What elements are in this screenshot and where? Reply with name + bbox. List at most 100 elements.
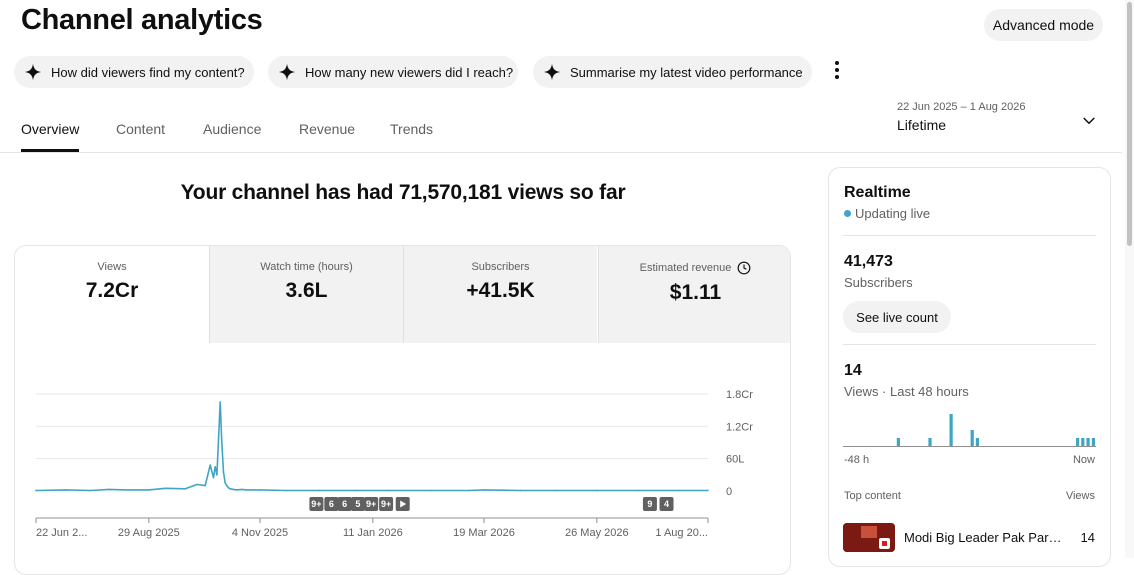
sparkle-icon [278, 63, 296, 81]
tab-audience[interactable]: Audience [203, 121, 261, 137]
data-point [164, 487, 167, 490]
data-point [596, 489, 598, 492]
x-tick-label: 29 Aug 2025 [118, 527, 180, 539]
video-marker-label: 5 [355, 499, 360, 509]
data-point [227, 486, 230, 489]
suggestion-label: How many new viewers did I reach? [305, 64, 514, 80]
top-content-views-header: Views [1065, 490, 1095, 502]
suggestion-chip-new-viewers[interactable]: How many new viewers did I reach? [268, 56, 518, 88]
data-point [217, 439, 220, 441]
data-point [554, 489, 557, 492]
data-point [483, 489, 485, 491]
suggestion-label: Summarise my latest video performance [570, 64, 803, 80]
divider [843, 235, 1096, 236]
top-content-views: 14 [1080, 530, 1095, 545]
x-tick-label: 26 May 2026 [565, 527, 629, 539]
suggestion-chip-traffic-sources[interactable]: How did viewers find my content? [14, 56, 254, 88]
realtime-views-label: Views · Last 48 hours [844, 384, 969, 399]
top-content-title[interactable]: Modi Big Leader Pak Parli... [904, 530, 1064, 545]
data-point [240, 488, 243, 491]
data-point [707, 489, 709, 492]
realtime-card: Realtime Updating live 41,473 Subscriber… [828, 167, 1111, 567]
realtime-subscribers-value: 41,473 [844, 253, 893, 270]
tab-revenue[interactable]: Revenue [299, 121, 355, 137]
data-point [226, 484, 228, 487]
chevron-down-icon[interactable] [1080, 112, 1098, 130]
tab-overview[interactable]: Overview [21, 121, 79, 137]
data-point [196, 483, 198, 486]
more-options-icon[interactable] [826, 58, 848, 82]
metrics-chart-card: Views 7.2Cr Watch time (hours) 3.6L Subs… [14, 245, 791, 575]
x-tick-label: 1 Aug 20... [655, 527, 708, 539]
hourly-views-bar [896, 438, 900, 446]
data-point [355, 489, 358, 492]
hourly-views-bar [1086, 438, 1090, 446]
sparkle-icon [24, 63, 42, 81]
video-marker-label: 9+ [366, 499, 376, 509]
realtime-views-value: 14 [844, 362, 862, 379]
top-content-label: Top content [844, 490, 901, 502]
data-point [216, 474, 218, 476]
video-marker-label: 6 [342, 499, 347, 509]
data-point [678, 489, 681, 492]
data-point [318, 489, 321, 492]
data-point [235, 489, 238, 491]
data-point [204, 484, 207, 487]
data-point [259, 489, 261, 491]
data-point [35, 489, 37, 492]
data-point [519, 489, 522, 492]
data-point [245, 489, 248, 491]
tab-content[interactable]: Content [116, 121, 165, 137]
video-marker-label: 9 [647, 499, 652, 509]
x-tick-label: 19 Mar 2026 [453, 527, 515, 539]
suggestion-chip-latest-video[interactable]: Summarise my latest video performance [533, 56, 812, 88]
realtime-subscribers-label: Subscribers [844, 275, 913, 290]
video-thumbnail[interactable] [843, 523, 895, 552]
realtime-status-text: Updating live [855, 206, 931, 221]
tab-trends[interactable]: Trends [390, 121, 433, 137]
x-tick-label: 4 Nov 2025 [232, 527, 288, 539]
sparkle-icon [543, 63, 561, 81]
hourly-views-bar [1076, 438, 1080, 446]
realtime-views-bar-chart [843, 414, 1096, 447]
x-tick-label: 22 Jun 2... [36, 527, 87, 539]
lifetime-views-headline: Your channel has had 71,570,181 views so… [180, 181, 626, 204]
data-point [214, 465, 216, 468]
suggestion-label: How did viewers find my content? [51, 64, 245, 80]
views-line-chart: 1.8Cr 1.2Cr 60L 0 22 Jun 2... 29 Aug 2025 4 No… [35, 389, 753, 539]
data-point [89, 489, 92, 492]
data-point [637, 489, 640, 492]
video-marker-label: 9+ [311, 499, 321, 509]
see-live-count-button[interactable]: See live count [843, 301, 951, 333]
hourly-views-bar [928, 438, 932, 446]
data-point [184, 488, 187, 490]
hourly-views-bar [975, 438, 979, 446]
data-point [224, 482, 226, 484]
data-point [212, 476, 215, 479]
date-period-text: Lifetime [897, 117, 947, 133]
video-marker-label: 4 [664, 499, 669, 509]
page-title: Channel analytics [21, 4, 263, 36]
data-point [209, 464, 212, 466]
data-point [148, 489, 150, 491]
data-point [285, 489, 288, 492]
date-range-text: 22 Jun 2025 – 1 Aug 2026 [897, 101, 1026, 113]
hourly-views-bar [1091, 438, 1095, 446]
data-point [221, 441, 223, 444]
data-point [124, 489, 127, 491]
y-tick-label: 1.2Cr [726, 421, 753, 433]
video-marker-label: 6 [329, 499, 334, 509]
hourly-views-bar [970, 430, 974, 446]
data-point [232, 488, 235, 491]
page-scrollbar-thumb[interactable] [1127, 2, 1132, 246]
tabs-divider [0, 152, 1122, 153]
hourly-views-bar [1081, 438, 1085, 446]
data-point [430, 489, 432, 492]
advanced-mode-button[interactable]: Advanced mode [984, 9, 1103, 41]
realtime-axis-start: -48 h [844, 454, 870, 466]
realtime-axis-end: Now [1072, 454, 1095, 466]
y-tick-label: 60L [726, 454, 744, 466]
video-marker-label: 9+ [381, 499, 391, 509]
views-series-line [35, 401, 708, 492]
live-dot-icon [844, 210, 851, 217]
